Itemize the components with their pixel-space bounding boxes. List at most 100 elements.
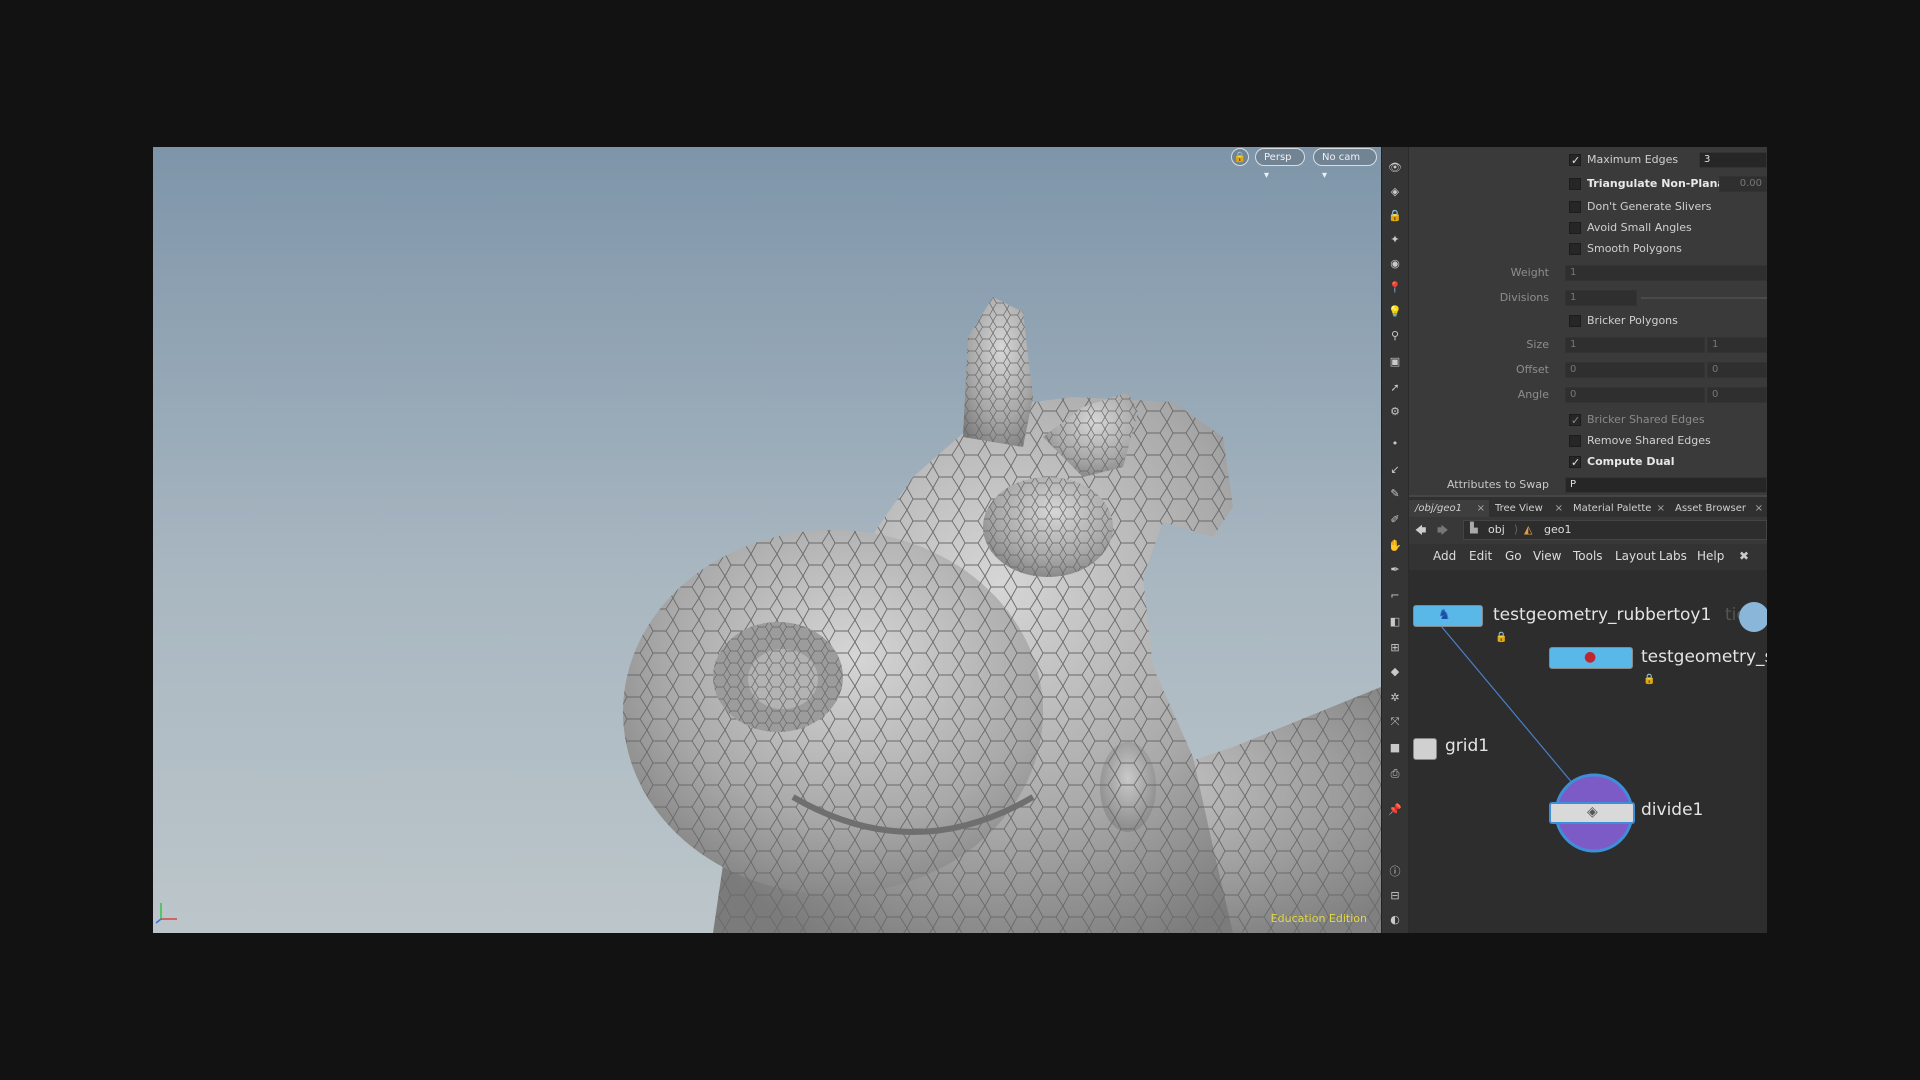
- weight-field[interactable]: 1: [1565, 265, 1767, 281]
- crop-icon[interactable]: ⌐: [1388, 589, 1402, 603]
- bricker-polygons-checkbox[interactable]: [1569, 315, 1581, 327]
- param-bricker-shared-edges: Bricker Shared Edges: [1409, 411, 1767, 430]
- path-separator-icon: ⟩: [1514, 523, 1519, 536]
- path-obj[interactable]: obj: [1488, 523, 1505, 536]
- wrench-icon[interactable]: ✖: [1739, 549, 1749, 563]
- compute-dual-checkbox[interactable]: [1569, 454, 1581, 472]
- triangulate-non-planar-checkbox[interactable]: [1569, 178, 1581, 190]
- maximum-edges-checkbox[interactable]: [1569, 152, 1581, 170]
- select-mode-icon[interactable]: ◧: [1388, 615, 1402, 629]
- brush-icon[interactable]: ✐: [1388, 513, 1402, 527]
- menu-layout[interactable]: Layout: [1615, 549, 1656, 563]
- light-icon[interactable]: 💡: [1388, 305, 1402, 319]
- node-label-grid: grid1: [1445, 736, 1490, 756]
- shading-icon[interactable]: ◉: [1388, 257, 1402, 271]
- point-icon[interactable]: •: [1388, 437, 1402, 451]
- smooth-polygons-checkbox[interactable]: [1569, 243, 1581, 255]
- size-x-field[interactable]: 1: [1565, 337, 1705, 353]
- node-divide[interactable]: ◈: [1549, 802, 1635, 824]
- node-testgeometry[interactable]: ●: [1549, 647, 1633, 669]
- view-icon[interactable]: ◐: [1388, 913, 1402, 927]
- gear-icon[interactable]: ⚙: [1388, 405, 1402, 419]
- person-icon[interactable]: ⚲: [1388, 329, 1402, 343]
- cube-icon: ◈: [1587, 804, 1598, 820]
- diamond-icon[interactable]: ◆: [1388, 665, 1402, 679]
- triangulate-distance-field[interactable]: 0.00: [1719, 176, 1767, 192]
- lock-icon: 🔒: [1495, 632, 1508, 643]
- offset-x-field[interactable]: 0: [1565, 362, 1705, 378]
- rubber-toy-model: [623, 297, 1381, 933]
- display-options-icon[interactable]: ◈: [1388, 185, 1402, 199]
- info-icon[interactable]: ⓘ: [1388, 865, 1402, 879]
- arrow-icon[interactable]: ➚: [1388, 381, 1402, 395]
- grid-snap-icon[interactable]: ⊞: [1388, 641, 1402, 655]
- eye-icon[interactable]: 👁: [1388, 161, 1402, 175]
- offset-y-field[interactable]: 0: [1707, 362, 1767, 378]
- size-y-field[interactable]: 1: [1707, 337, 1767, 353]
- snap-icon[interactable]: ✦: [1388, 233, 1402, 247]
- back-arrow-icon[interactable]: 🡄: [1415, 522, 1426, 541]
- geo-icon: ◭: [1524, 523, 1533, 536]
- close-icon[interactable]: ×: [1477, 500, 1485, 518]
- param-avoid-small-angles: Avoid Small Angles: [1409, 219, 1767, 237]
- node-grid[interactable]: [1413, 738, 1437, 760]
- dont-generate-slivers-checkbox[interactable]: [1569, 201, 1581, 213]
- camera-menu[interactable]: No cam ▾: [1313, 148, 1377, 181]
- paint-icon[interactable]: ✒: [1388, 563, 1402, 577]
- group-icon[interactable]: ✲: [1388, 691, 1402, 705]
- angle-x-field[interactable]: 0: [1565, 387, 1705, 403]
- viewport-lock-button[interactable]: 🔒: [1231, 148, 1249, 166]
- menu-help[interactable]: Help: [1697, 549, 1724, 563]
- handle-icon[interactable]: ⤧: [1388, 715, 1402, 729]
- angle-y-field[interactable]: 0: [1707, 387, 1767, 403]
- remove-shared-edges-checkbox[interactable]: [1569, 435, 1581, 447]
- param-remove-shared-edges: Remove Shared Edges: [1409, 432, 1767, 450]
- partial-node[interactable]: [1739, 602, 1767, 632]
- path-geo[interactable]: geo1: [1544, 523, 1571, 536]
- tab-tree-view[interactable]: Tree View ×: [1489, 500, 1567, 518]
- avoid-small-angles-checkbox[interactable]: [1569, 222, 1581, 234]
- layout-icon[interactable]: ⊟: [1388, 889, 1402, 903]
- param-weight: Weight 1: [1409, 264, 1767, 282]
- divisions-slider[interactable]: [1641, 297, 1767, 299]
- menu-tools[interactable]: Tools: [1573, 549, 1603, 563]
- pen-icon[interactable]: ✎: [1388, 487, 1402, 501]
- close-icon[interactable]: ×: [1555, 500, 1563, 518]
- camera-icon[interactable]: ⎙: [1388, 767, 1402, 781]
- param-compute-dual: Compute Dual: [1409, 453, 1767, 472]
- node-label-rubbertoy: testgeometry_rubbertoy1: [1493, 605, 1712, 625]
- param-dont-generate-slivers: Don't Generate Slivers: [1409, 198, 1767, 216]
- menu-view[interactable]: View: [1533, 549, 1561, 563]
- scene-viewport[interactable]: 🔒 Persp ▾ No cam ▾ Education Edition: [153, 147, 1381, 933]
- close-icon[interactable]: ×: [1657, 500, 1665, 518]
- lock-camera-icon[interactable]: 🔒: [1388, 209, 1402, 223]
- forward-arrow-icon[interactable]: 🡆: [1437, 522, 1448, 541]
- menu-edit[interactable]: Edit: [1469, 549, 1492, 563]
- square-icon[interactable]: ■: [1388, 741, 1402, 755]
- menu-labs[interactable]: Labs: [1659, 549, 1687, 563]
- view-menu[interactable]: Persp ▾: [1255, 148, 1305, 181]
- network-editor[interactable]: ♞ testgeometry_rubbertoy1 🔒 tion ● testg…: [1409, 570, 1767, 933]
- marker-icon[interactable]: 📌: [1388, 803, 1402, 817]
- menu-go[interactable]: Go: [1505, 549, 1522, 563]
- tab-asset-browser[interactable]: Asset Browser ×: [1669, 500, 1767, 518]
- pin-icon[interactable]: 📍: [1388, 281, 1402, 295]
- path-breadcrumb: ▙ obj ⟩ ◭ geo1: [1463, 520, 1767, 540]
- maximum-edges-field[interactable]: 3: [1699, 152, 1767, 168]
- network-path-bar: 🡄 🡆 ▙ obj ⟩ ◭ geo1: [1409, 517, 1767, 544]
- close-icon[interactable]: ×: [1755, 500, 1763, 518]
- node-rubbertoy[interactable]: ♞: [1413, 605, 1483, 627]
- render-region-icon[interactable]: ▣: [1388, 355, 1402, 369]
- edition-label: Education Edition: [1270, 912, 1367, 925]
- hand-icon[interactable]: ✋: [1388, 539, 1402, 553]
- pane-tab-bar: /obj/geo1 × Tree View × Material Palette × …: [1409, 495, 1767, 519]
- param-angle: Angle 0 0: [1409, 386, 1767, 404]
- tab-network[interactable]: /obj/geo1 ×: [1409, 500, 1489, 518]
- menu-add[interactable]: Add: [1433, 549, 1456, 563]
- divisions-field[interactable]: 1: [1565, 290, 1637, 306]
- bricker-shared-edges-checkbox[interactable]: [1569, 412, 1581, 430]
- lock-icon: 🔒: [1233, 152, 1247, 163]
- edge-icon[interactable]: ↙: [1388, 463, 1402, 477]
- attributes-to-swap-field[interactable]: P: [1565, 477, 1767, 493]
- tab-material-palette[interactable]: Material Palette ×: [1567, 500, 1669, 518]
